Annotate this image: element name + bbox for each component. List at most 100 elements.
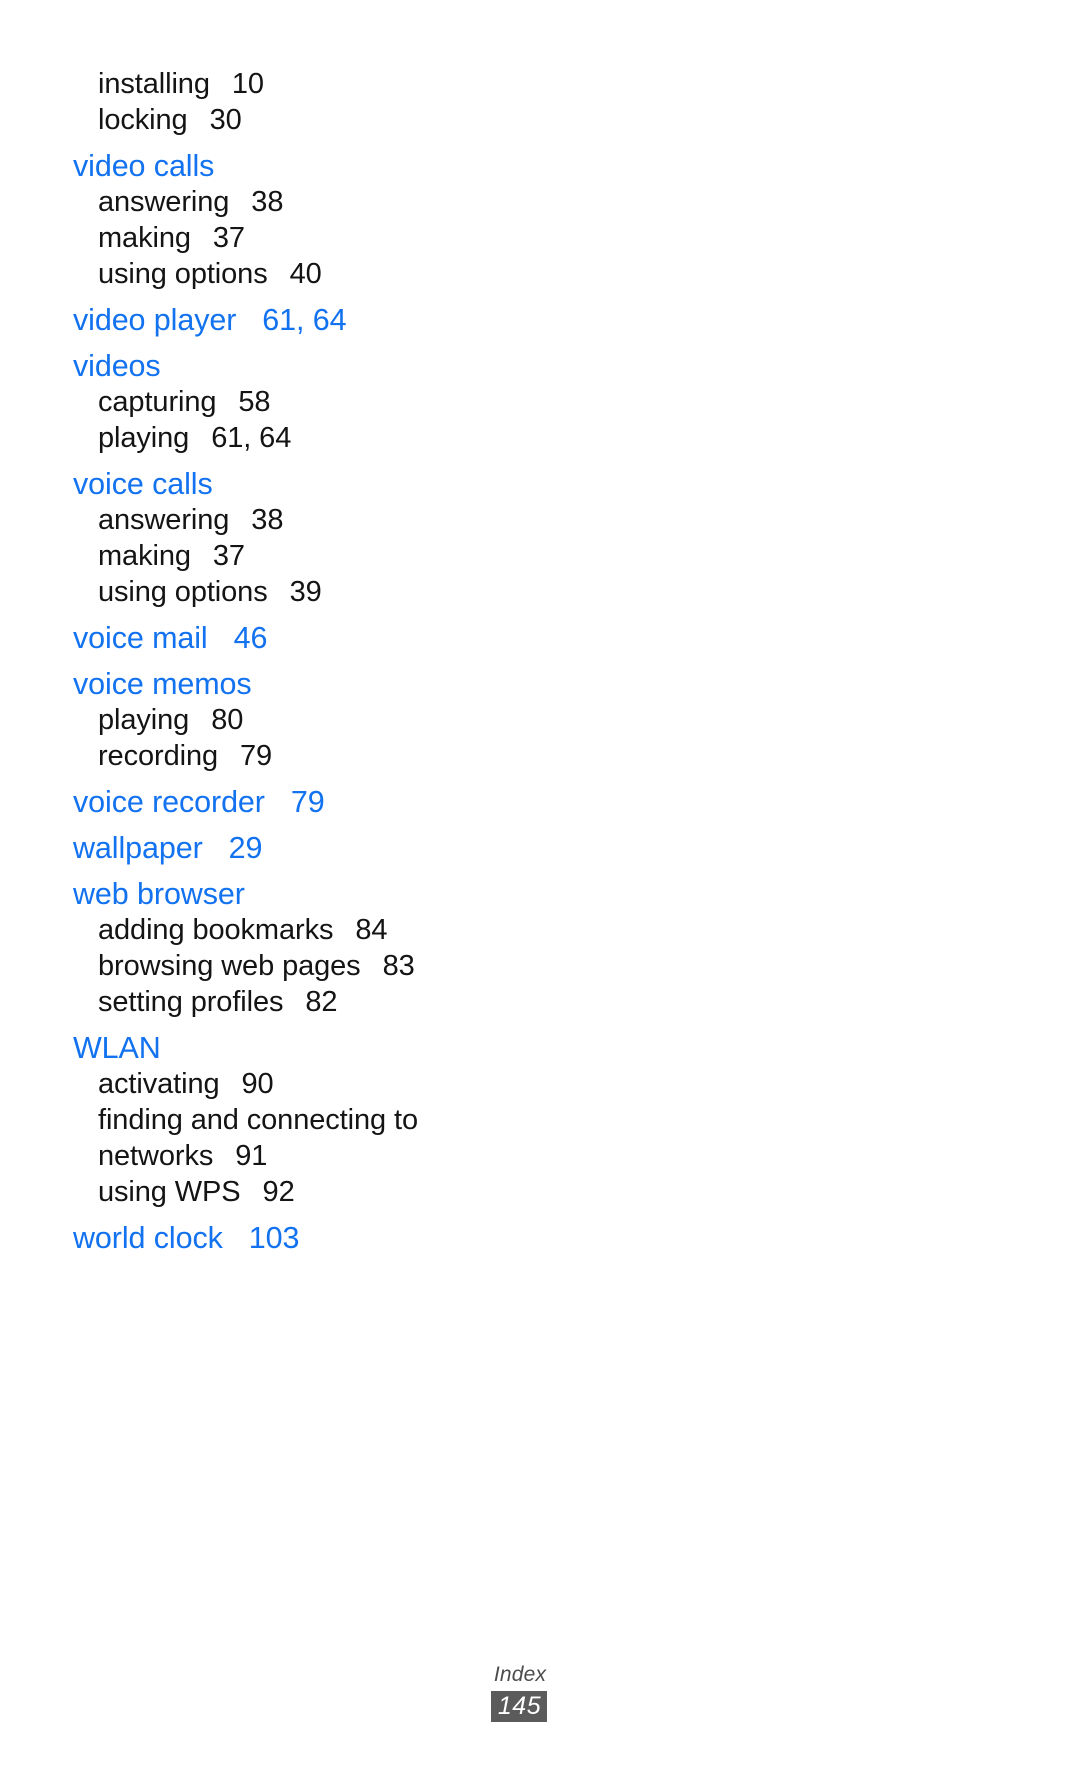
- index-subentry[interactable]: playing 80: [73, 702, 633, 738]
- index-subentry-list: activating 90 finding and connecting to ne…: [73, 1066, 633, 1210]
- index-subentry-pages: 61, 64: [211, 422, 292, 454]
- index-main-entry-term: voice memos: [73, 667, 252, 701]
- index-subentry-list: answering 38 making 37 using options 40: [73, 184, 633, 292]
- index-subentry-term: using options: [98, 576, 268, 608]
- index-subentry[interactable]: finding and connecting to networks 91: [73, 1102, 528, 1174]
- index-subentry-list: playing 80 recording 79: [73, 702, 633, 774]
- index-main-entry-pages: 79: [290, 785, 325, 819]
- index-subentry-term: activating: [98, 1068, 220, 1100]
- index-subentry-term: capturing: [98, 386, 217, 418]
- footer-section-label: Index: [493, 1663, 547, 1686]
- index-entry-group: voice mail 46: [73, 620, 633, 656]
- index-subentry-pages: 82: [305, 986, 338, 1018]
- index-subentry-term: playing: [98, 704, 190, 736]
- index-main-entry-pages: 103: [248, 1221, 300, 1255]
- index-subentry-term: locking: [98, 104, 188, 136]
- index-main-entry-term: voice calls: [73, 467, 213, 501]
- index-subentry-pages: 37: [212, 222, 245, 254]
- index-subentry-pages: 80: [211, 704, 244, 736]
- index-subentry[interactable]: adding bookmarks 84: [73, 912, 633, 948]
- index-subentry-term: using WPS: [98, 1176, 241, 1208]
- index-main-entry-term: voice mail: [73, 621, 208, 655]
- index-main-entry-term: voice recorder: [73, 785, 265, 819]
- index-subentry-pages: 92: [262, 1176, 295, 1208]
- index-entry-group: video player 61, 64: [73, 302, 633, 338]
- index-subentry[interactable]: answering 38: [73, 502, 633, 538]
- index-subentry[interactable]: answering 38: [73, 184, 633, 220]
- index-subentry-term: using options: [98, 258, 268, 290]
- index-main-entry[interactable]: voice mail 46: [73, 620, 633, 656]
- index-main-entry-pages: 29: [228, 831, 263, 865]
- index-subentry-pages: 90: [241, 1068, 274, 1100]
- index-subentry[interactable]: making 37: [73, 538, 633, 574]
- index-main-entry[interactable]: wallpaper 29: [73, 830, 633, 866]
- index-main-entry-term: video player: [73, 303, 237, 337]
- index-entry-group: voice recorder 79: [73, 784, 633, 820]
- index-subentry-pages: 79: [240, 740, 273, 772]
- index-subentry-pages: 38: [251, 186, 284, 218]
- index-subentry-term: making: [98, 222, 191, 254]
- index-subentry[interactable]: installing 10: [73, 66, 633, 102]
- index-main-entry[interactable]: web browser: [73, 876, 633, 912]
- index-subentry-pages: 91: [235, 1140, 268, 1172]
- index-subentry-pages: 83: [382, 950, 415, 982]
- index-subentry-pages: 30: [209, 104, 242, 136]
- index-entry-group: video calls answering 38 making 37 using opti…: [73, 148, 633, 292]
- index-subentry-term: answering: [98, 186, 230, 218]
- index-subentry-pages: 10: [231, 68, 264, 100]
- index-main-entry-term: wallpaper: [73, 831, 203, 865]
- index-subentry[interactable]: playing 61, 64: [73, 420, 633, 456]
- document-page: installing 10 locking 30 video calls answerin…: [0, 0, 1080, 1771]
- index-entry-group: WLAN activating 90 finding and connecting t…: [73, 1030, 633, 1210]
- index-main-entry-term: web browser: [73, 877, 245, 911]
- index-main-entry[interactable]: video player 61, 64: [73, 302, 633, 338]
- index-entry-list: installing 10 locking 30 video calls answerin…: [73, 66, 633, 1256]
- index-entry-group: web browser adding bookmarks 84 browsing we…: [73, 876, 633, 1020]
- page-number-badge: 145: [490, 1691, 548, 1722]
- index-subentry[interactable]: using WPS 92: [73, 1174, 633, 1210]
- index-subentry-term: browsing web pages: [98, 950, 361, 982]
- index-subentry-list: capturing 58 playing 61, 64: [73, 384, 633, 456]
- index-main-entry[interactable]: video calls: [73, 148, 633, 184]
- index-subentry-list: answering 38 making 37 using options 39: [73, 502, 633, 610]
- index-subentry-term: making: [98, 540, 191, 572]
- index-main-entry-pages: 46: [233, 621, 268, 655]
- index-entry-group: videos capturing 58 playing 61, 64: [73, 348, 633, 456]
- index-subentry-term: adding bookmarks: [98, 914, 334, 946]
- index-subentry[interactable]: locking 30: [73, 102, 633, 138]
- index-main-entry[interactable]: world clock 103: [73, 1220, 633, 1256]
- index-subentry[interactable]: recording 79: [73, 738, 633, 774]
- index-subentry[interactable]: making 37: [73, 220, 633, 256]
- index-main-entry[interactable]: voice calls: [73, 466, 633, 502]
- index-subentry-list: adding bookmarks 84 browsing web pages 83 se…: [73, 912, 633, 1020]
- index-subentry[interactable]: setting profiles 82: [73, 984, 633, 1020]
- page-footer: Index 145: [0, 1663, 1080, 1722]
- index-subentry-term: playing: [98, 422, 190, 454]
- index-entry-group: voice calls answering 38 making 37 using opti…: [73, 466, 633, 610]
- index-main-entry[interactable]: voice memos: [73, 666, 633, 702]
- index-subentry[interactable]: browsing web pages 83: [73, 948, 633, 984]
- index-main-entry[interactable]: WLAN: [73, 1030, 633, 1066]
- index-subentry-term: installing: [98, 68, 210, 100]
- index-main-entry-term: WLAN: [73, 1031, 161, 1065]
- index-entry-group: installing 10 locking 30: [73, 66, 633, 138]
- index-main-entry[interactable]: voice recorder 79: [73, 784, 633, 820]
- index-entry-group: voice memos playing 80 recording 79: [73, 666, 633, 774]
- index-subentry[interactable]: using options 40: [73, 256, 633, 292]
- index-main-entry[interactable]: videos: [73, 348, 633, 384]
- index-main-entry-pages: 61, 64: [262, 303, 347, 337]
- index-subentry-pages: 84: [355, 914, 388, 946]
- index-entry-group: wallpaper 29: [73, 830, 633, 866]
- index-main-entry-term: video calls: [73, 149, 215, 183]
- index-subentry-term: setting profiles: [98, 986, 284, 1018]
- index-subentry-pages: 39: [289, 576, 322, 608]
- index-subentry-pages: 40: [289, 258, 322, 290]
- index-subentry[interactable]: using options 39: [73, 574, 633, 610]
- index-subentry-term: answering: [98, 504, 230, 536]
- index-subentry[interactable]: capturing 58: [73, 384, 633, 420]
- index-subentry-pages: 38: [251, 504, 284, 536]
- index-subentry[interactable]: activating 90: [73, 1066, 633, 1102]
- index-subentry-list: installing 10 locking 30: [73, 66, 633, 138]
- index-main-entry-term: world clock: [73, 1221, 223, 1255]
- index-entry-group: world clock 103: [73, 1220, 633, 1256]
